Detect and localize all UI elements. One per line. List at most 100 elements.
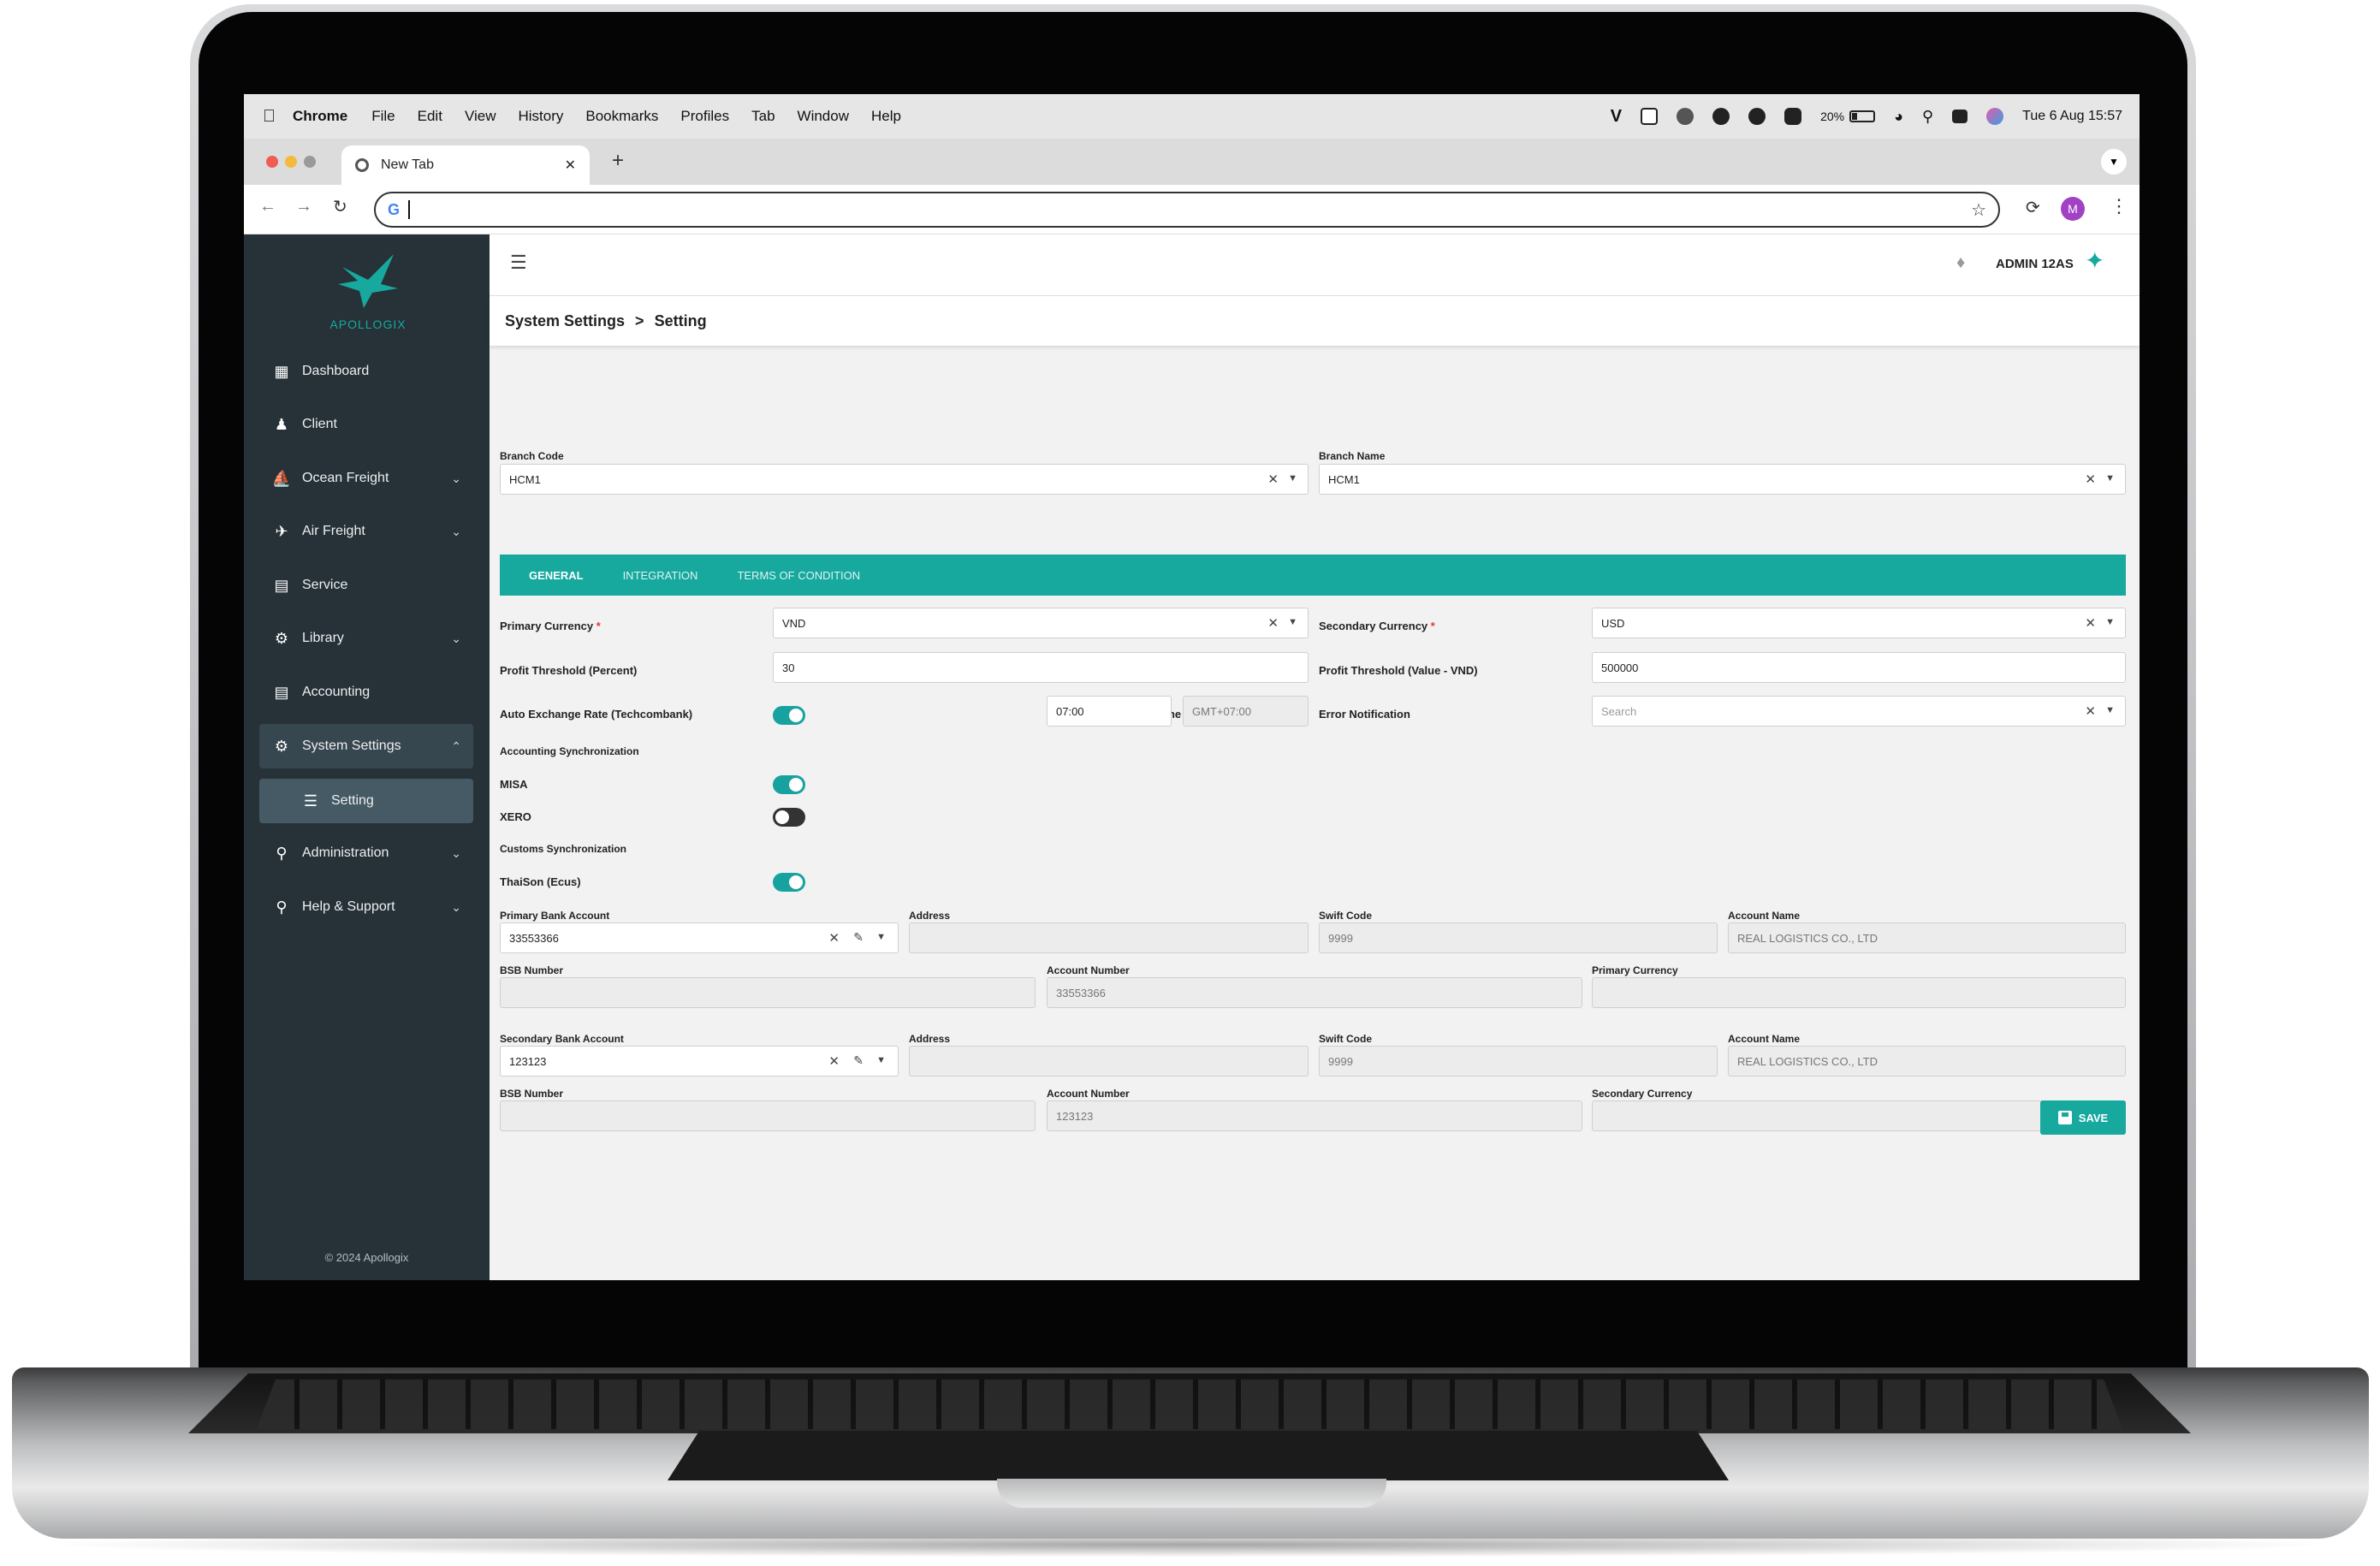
primary-currency-select[interactable]: VND ✕ ▼ <box>773 608 1309 638</box>
menu-file[interactable]: File <box>371 108 395 125</box>
maximize-window-button[interactable] <box>304 156 316 168</box>
clear-icon[interactable]: ✕ <box>2085 703 2096 719</box>
primary-bank-select[interactable]: 33553366 ✕ ✎ ▼ <box>500 922 899 953</box>
clear-icon[interactable]: ✕ <box>828 1053 840 1069</box>
wifi-icon[interactable]: ◕ <box>1894 108 1903 126</box>
sidebar-item-air-freight[interactable]: ✈ Air Freight ⌄ <box>259 509 473 554</box>
check-icon[interactable] <box>1784 108 1802 125</box>
menu-profiles[interactable]: Profiles <box>680 108 729 125</box>
search-icon[interactable]: ⚲ <box>1922 108 1933 126</box>
secondary-currency-select[interactable]: USD ✕ ▼ <box>1592 608 2126 638</box>
menu-edit[interactable]: Edit <box>418 108 442 125</box>
error-notification-label: Error Notification <box>1319 708 1410 721</box>
menu-window[interactable]: Window <box>798 108 849 125</box>
edit-pencil-icon[interactable]: ✎ <box>853 930 864 945</box>
browser-menu-icon[interactable]: ⋮ <box>2110 195 2128 217</box>
menu-app-name[interactable]: Chrome <box>293 108 347 125</box>
new-tab-button[interactable]: + <box>612 149 624 173</box>
address-input[interactable] <box>408 200 1971 219</box>
dropdown-arrow-icon[interactable]: ▼ <box>2105 473 2115 483</box>
dropdown-arrow-icon[interactable]: ▼ <box>876 932 886 942</box>
dropdown-arrow-icon[interactable]: ▼ <box>1288 473 1297 483</box>
sidebar-item-system-settings[interactable]: ⚙ System Settings ⌃ <box>259 724 473 768</box>
status-app-icon[interactable] <box>1748 108 1766 125</box>
clear-icon[interactable]: ✕ <box>2085 615 2096 631</box>
sidebar-item-help-support[interactable]: ⚲ Help & Support ⌄ <box>259 885 473 929</box>
notification-bell-icon[interactable]: ♦ <box>1956 253 1965 273</box>
bank1-bsb-label: BSB Number <box>500 964 564 976</box>
tab-integration[interactable]: INTEGRATION <box>623 569 698 582</box>
address-bar[interactable]: G ☆ <box>374 192 2000 228</box>
profit-value-value: 500000 <box>1601 661 1639 674</box>
hamburger-menu-icon[interactable]: ☰ <box>510 252 527 274</box>
people-icon: ♟ <box>274 415 289 433</box>
menubar-clock[interactable]: Tue 6 Aug 15:57 <box>2022 109 2122 124</box>
tab-terms-of-condition[interactable]: TERMS OF CONDITION <box>737 569 860 582</box>
profit-value-input[interactable]: 500000 <box>1592 652 2126 683</box>
reload-icon[interactable]: ↻ <box>333 196 347 217</box>
bank1-address-field <box>909 922 1309 953</box>
key-icon: ⚲ <box>276 898 288 916</box>
clear-icon[interactable]: ✕ <box>1267 472 1279 487</box>
sidebar-item-administration[interactable]: ⚲ Administration ⌄ <box>259 831 473 875</box>
clear-icon[interactable]: ✕ <box>828 930 840 946</box>
clear-icon[interactable]: ✕ <box>2085 472 2096 487</box>
profile-avatar[interactable]: M <box>2061 197 2085 221</box>
sidebar-item-dashboard[interactable]: ▦ Dashboard <box>259 349 473 394</box>
menu-view[interactable]: View <box>465 108 496 125</box>
auto-exchange-toggle[interactable] <box>773 706 805 725</box>
sidebar-item-client[interactable]: ♟ Client <box>259 402 473 447</box>
control-center-icon[interactable] <box>1952 110 1968 123</box>
dropdown-arrow-icon[interactable]: ▼ <box>2105 617 2115 627</box>
sidebar-item-service[interactable]: ▤ Service <box>259 563 473 608</box>
save-button[interactable]: SAVE <box>2040 1100 2126 1135</box>
sidebar-item-library[interactable]: ⚙ Library ⌄ <box>259 616 473 661</box>
sidebar-item-accounting[interactable]: ▤ Accounting <box>259 670 473 715</box>
chevron-down-icon: ⌄ <box>451 631 461 645</box>
close-tab-icon[interactable]: ✕ <box>565 157 576 174</box>
cloud-icon[interactable] <box>1677 108 1694 125</box>
tab-search-button[interactable]: ▼ <box>2101 149 2127 175</box>
error-notification-select[interactable]: Search ✕ ▼ <box>1592 696 2126 727</box>
clear-icon[interactable]: ✕ <box>1267 615 1279 631</box>
sidebar-item-setting[interactable]: ☰ Setting <box>259 779 473 823</box>
menu-tab[interactable]: Tab <box>751 108 775 125</box>
breadcrumb-parent[interactable]: System Settings <box>505 312 625 330</box>
thaison-toggle[interactable] <box>773 873 805 892</box>
battery-icon[interactable] <box>1849 110 1876 122</box>
status-app-icon[interactable] <box>1641 108 1659 125</box>
sidebar-item-ocean-freight[interactable]: ⛵ Ocean Freight ⌄ <box>259 456 473 501</box>
branch-code-select[interactable]: HCM1 ✕ ▼ <box>500 464 1309 495</box>
v-app-icon[interactable]: V <box>1611 107 1622 127</box>
secondary-bank-select[interactable]: 123123 ✕ ✎ ▼ <box>500 1046 899 1077</box>
apple-icon[interactable]:  <box>263 107 276 127</box>
laptop-keys <box>257 1379 2122 1429</box>
xero-toggle[interactable] <box>773 808 805 827</box>
branch-name-select[interactable]: HCM1 ✕ ▼ <box>1319 464 2126 495</box>
tab-general[interactable]: GENERAL <box>529 569 584 582</box>
forward-icon[interactable]: → <box>295 197 312 217</box>
profit-percent-input[interactable]: 30 <box>773 652 1309 683</box>
dropdown-arrow-icon[interactable]: ▼ <box>1288 617 1297 627</box>
edit-pencil-icon[interactable]: ✎ <box>853 1053 864 1068</box>
bookmark-star-icon[interactable]: ☆ <box>1971 199 1986 221</box>
profit-value-label: Profit Threshold (Value - VND) <box>1319 664 1478 677</box>
misa-toggle[interactable] <box>773 775 805 794</box>
menu-bookmarks[interactable]: Bookmarks <box>585 108 658 125</box>
back-icon[interactable]: ← <box>259 197 276 217</box>
dropdown-arrow-icon[interactable]: ▼ <box>2105 705 2115 715</box>
menu-help[interactable]: Help <box>871 108 901 125</box>
browser-tab[interactable]: New Tab ✕ <box>341 145 590 185</box>
dropdown-arrow-icon[interactable]: ▼ <box>876 1055 886 1065</box>
menu-history[interactable]: History <box>518 108 563 125</box>
user-name[interactable]: ADMIN 12AS <box>1996 257 2074 271</box>
status-app-icon[interactable] <box>1712 108 1730 125</box>
key-icon: ⚲ <box>276 844 288 862</box>
bank2-address-field <box>909 1046 1309 1077</box>
mac-menubar:  Chrome File Edit View History Bookmark… <box>244 94 2140 139</box>
close-window-button[interactable] <box>266 156 278 168</box>
minimize-window-button[interactable] <box>285 156 297 168</box>
extensions-icon[interactable]: ⟳ <box>2026 197 2040 218</box>
siri-icon[interactable] <box>1986 108 2004 125</box>
time-input[interactable]: 07:00 <box>1047 696 1172 727</box>
